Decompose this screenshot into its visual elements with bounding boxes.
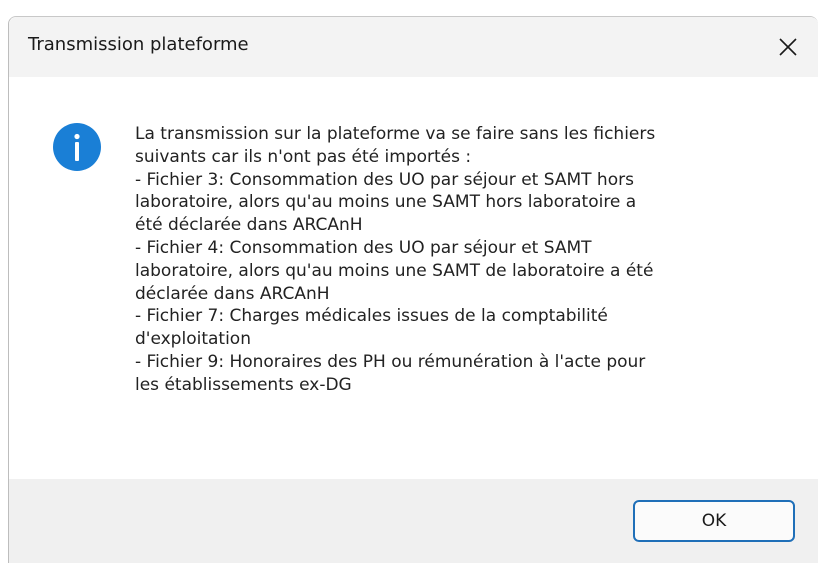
close-button[interactable] xyxy=(768,27,808,67)
message-dialog: Transmission plateforme La transmission … xyxy=(8,16,818,563)
ok-button[interactable]: OK xyxy=(633,500,795,542)
dialog-title: Transmission plateforme xyxy=(28,34,249,55)
info-icon xyxy=(52,122,102,172)
message-text: La transmission sur la plateforme va se … xyxy=(135,124,656,395)
close-icon xyxy=(779,38,797,56)
dialog-content: La transmission sur la plateforme va se … xyxy=(9,77,818,477)
title-bar[interactable]: Transmission plateforme xyxy=(9,17,818,77)
dialog-footer: OK xyxy=(9,479,818,563)
